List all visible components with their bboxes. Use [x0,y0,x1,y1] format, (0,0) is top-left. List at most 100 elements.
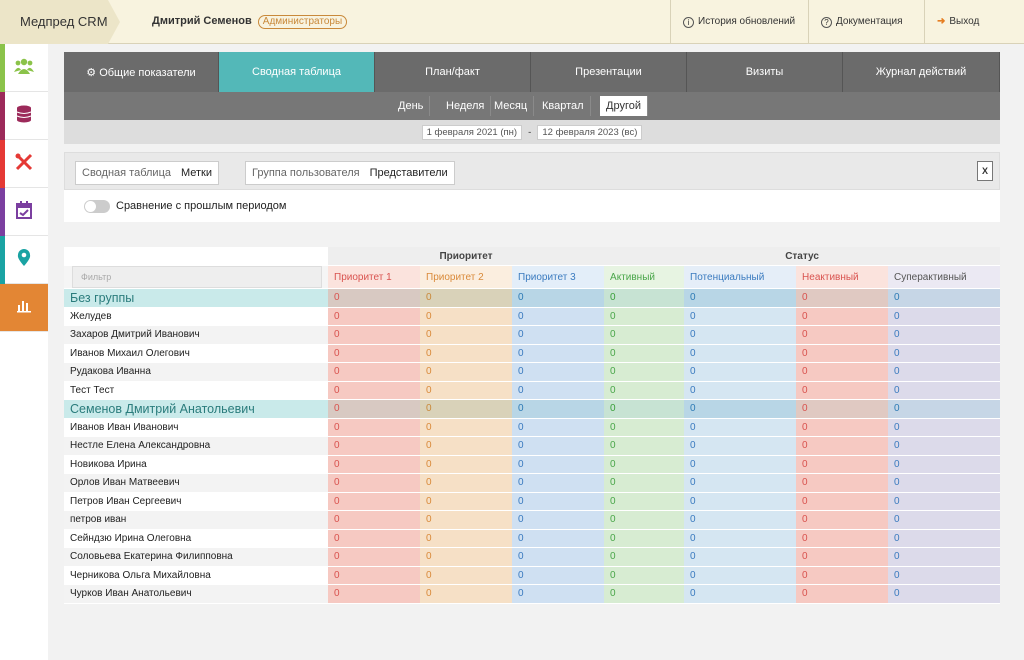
value-cell: 0 [888,529,1001,548]
table-row[interactable]: Нестле Елена Александровна 0 0 0 0 0 0 0 [64,436,1001,456]
group-row[interactable]: Без группы 0 0 0 0 0 0 0 [64,288,1001,308]
user-group-label: Группа пользователя [252,167,360,179]
date-range: 1 февраля 2021 (пн) - 12 февраля 2023 (в… [64,120,1000,144]
table-row[interactable]: Иванов Михаил Олегович 0 0 0 0 0 0 0 [64,344,1001,363]
rep-name: Новикова Ирина [64,455,328,474]
table-row[interactable]: Новикова Ирина 0 0 0 0 0 0 0 [64,455,1001,474]
group-cell: 0 [888,288,1001,308]
group-name: Семенов Дмитрий Анатольевич [64,399,328,419]
value-cell: 0 [512,547,605,567]
col-header[interactable]: Приоритет 1 [328,265,420,289]
period-quarter[interactable]: Квартал [536,96,591,116]
value-cell: 0 [328,547,420,567]
sidebar-item-calendar[interactable] [0,188,48,236]
sidebar-item-database[interactable] [0,92,48,140]
sidebar-item-tools[interactable] [0,140,48,188]
date-to[interactable]: 12 февраля 2023 (вс) [537,125,643,140]
table-row[interactable]: Сейндзю Ирина Олеговна 0 0 0 0 0 0 0 [64,529,1001,548]
value-cell: 0 [796,307,889,326]
top-bar: Медпред CRM Дмитрий Семенов Администрато… [0,0,1024,44]
value-cell: 0 [796,362,889,382]
value-cell: 0 [888,381,1001,400]
value-cell: 0 [604,436,685,456]
help-icon: ? [821,17,832,28]
user-name: Дмитрий Семенов [152,15,252,27]
value-cell: 0 [328,418,420,437]
col-header[interactable]: Неактивный [796,265,889,289]
value-cell: 0 [328,529,420,548]
value-cell: 0 [604,344,685,363]
compare-row: Сравнение с прошлым периодом [64,190,1000,222]
table-row[interactable]: петров иван 0 0 0 0 0 0 0 [64,510,1001,530]
table-row[interactable]: Тест Тест 0 0 0 0 0 0 0 [64,381,1001,400]
value-cell: 0 [888,455,1001,474]
group-cell: 0 [604,399,685,419]
group-cell: 0 [888,399,1001,419]
value-cell: 0 [888,566,1001,585]
value-cell: 0 [796,325,889,345]
app-brand[interactable]: Медпред CRM [0,0,120,44]
excel-export-icon[interactable]: X [977,161,993,181]
rep-name: Чурков Иван Анатольевич [64,584,328,604]
col-header[interactable]: Приоритет 2 [420,265,512,289]
value-cell: 0 [420,529,512,548]
tab-plan-fact[interactable]: План/факт [375,52,531,92]
period-day[interactable]: День [392,96,431,116]
table-header-groups: Приоритет Статус [64,247,1001,266]
value-cell: 0 [420,547,512,567]
table-row[interactable]: Чурков Иван Анатольевич 0 0 0 0 0 0 0 [64,584,1001,604]
col-header[interactable]: Суперактивный [888,265,1001,289]
tab-summary[interactable]: Сводная таблица [219,52,375,92]
sidebar-item-map[interactable] [0,236,48,284]
table-row[interactable]: Захаров Дмитрий Иванович 0 0 0 0 0 0 0 [64,325,1001,345]
period-week[interactable]: Неделя [440,96,492,116]
rep-name: Сейндзю Ирина Олеговна [64,529,328,548]
group-cell: 0 [796,399,889,419]
table-type-select[interactable]: Сводная таблица Метки [75,161,220,185]
table-row[interactable]: Рудакова Иванна 0 0 0 0 0 0 0 [64,362,1001,382]
tab-visits[interactable]: Визиты [687,52,843,92]
period-month[interactable]: Месяц [488,96,535,116]
table-row[interactable]: Орлов Иван Матвеевич 0 0 0 0 0 0 0 [64,473,1001,493]
logout-link[interactable]: ➜ Выход [924,0,1024,44]
col-header[interactable]: Активный [604,265,685,289]
sidebar-item-reports[interactable] [0,284,48,332]
value-cell: 0 [604,510,685,530]
filter-input[interactable]: Фильтр [72,266,322,288]
table-row[interactable]: Желудев 0 0 0 0 0 0 0 [64,307,1001,326]
user-group-select[interactable]: Группа пользователя Представители [245,161,455,185]
value-cell: 0 [512,381,605,400]
value-cell: 0 [420,584,512,604]
value-cell: 0 [888,418,1001,437]
docs-link[interactable]: ? Документация [808,0,915,44]
tab-overview[interactable]: ⚙ Общие показатели [64,52,219,92]
sidebar-item-users[interactable] [0,44,48,92]
value-cell: 0 [328,584,420,604]
tab-action-log[interactable]: Журнал действий [843,52,1000,92]
table-header-columns: Фильтр Приоритет 1 Приоритет 2 Приоритет… [64,265,1001,289]
group-cell: 0 [328,399,420,419]
period-bar: День Неделя Месяц Квартал Другой [64,92,1000,120]
compare-label: Сравнение с прошлым периодом [116,200,287,212]
logout-icon: ➜ [937,16,946,27]
col-header[interactable]: Приоритет 3 [512,265,605,289]
table-row[interactable]: Соловьева Екатерина Филипповна 0 0 0 0 0 0 0 [64,547,1001,567]
compare-toggle[interactable] [84,200,110,213]
group-row[interactable]: Семенов Дмитрий Анатольевич 0 0 0 0 0 0 0 [64,399,1001,419]
table-row[interactable]: Иванов Иван Иванович 0 0 0 0 0 0 0 [64,418,1001,437]
tab-presentations[interactable]: Презентации [531,52,687,92]
value-cell: 0 [420,307,512,326]
date-from[interactable]: 1 февраля 2021 (пн) [421,125,523,140]
history-link[interactable]: i История обновлений [670,0,807,44]
group-cell: 0 [420,399,512,419]
value-cell: 0 [684,307,797,326]
table-row[interactable]: Черникова Ольга Михайловна 0 0 0 0 0 0 0 [64,566,1001,585]
value-cell: 0 [420,381,512,400]
period-custom[interactable]: Другой [600,96,648,116]
tab-bar: ⚙ Общие показатели Сводная таблица План/… [64,52,1000,92]
filter-bar: Сводная таблица Метки Группа пользователя… [64,152,1000,190]
table-row[interactable]: Петров Иван Сергеевич 0 0 0 0 0 0 0 [64,492,1001,511]
value-cell: 0 [684,344,797,363]
rep-name: Нестле Елена Александровна [64,436,328,456]
col-header[interactable]: Потенциальный [684,265,797,289]
